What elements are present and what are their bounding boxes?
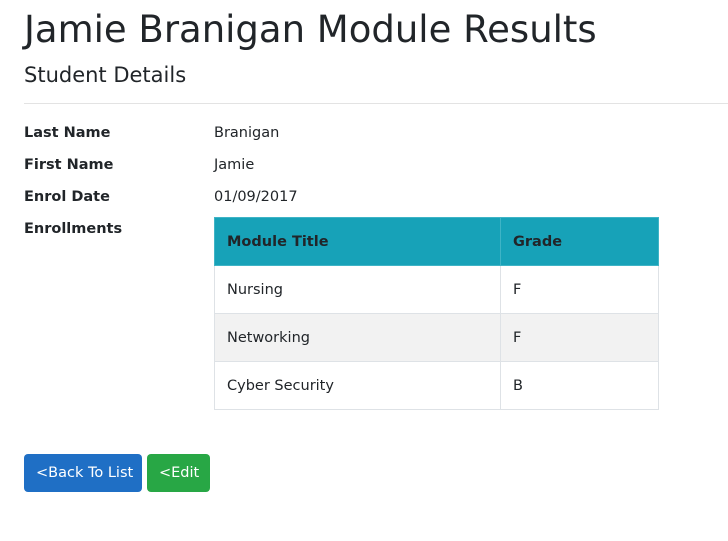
table-row: Nursing F [214, 265, 659, 314]
table-header-row: Module Title Grade [214, 217, 659, 266]
first-name-label: First Name [24, 157, 114, 173]
first-name-value: Jamie [214, 157, 255, 173]
column-header-module-title: Module Title [214, 217, 501, 266]
column-header-grade: Grade [500, 217, 659, 266]
grade-cell: F [500, 313, 659, 362]
edit-button[interactable]: <Edit [147, 454, 210, 492]
section-title: Student Details [24, 63, 187, 87]
back-to-list-button[interactable]: <Back To List [24, 454, 142, 492]
grade-cell: F [500, 265, 659, 314]
grade-cell: B [500, 361, 659, 410]
module-title-cell: Nursing [214, 265, 501, 314]
enrol-date-label: Enrol Date [24, 189, 110, 205]
enrollments-label: Enrollments [24, 221, 123, 237]
last-name-value: Branigan [214, 125, 280, 141]
table-row: Networking F [214, 313, 659, 362]
table-row: Cyber Security B [214, 361, 659, 410]
enrol-date-value: 01/09/2017 [214, 189, 298, 205]
section-divider [24, 103, 728, 104]
module-title-cell: Cyber Security [214, 361, 501, 410]
last-name-label: Last Name [24, 125, 111, 141]
module-title-cell: Networking [214, 313, 501, 362]
enrollments-table: Module Title Grade Nursing F Networking … [214, 217, 659, 410]
student-details-page: Jamie Branigan Module Results Student De… [0, 0, 728, 541]
page-title: Jamie Branigan Module Results [24, 8, 597, 51]
